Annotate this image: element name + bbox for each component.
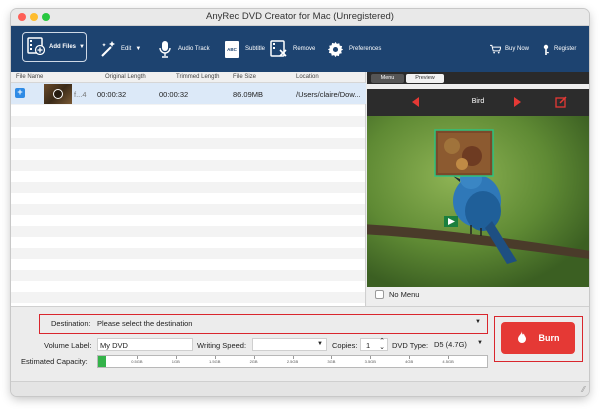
no-menu-label: No Menu (389, 290, 420, 299)
column-header-trimmed-length[interactable]: Trimmed Length (176, 74, 219, 80)
microphone-icon (158, 40, 172, 58)
edit-button[interactable]: Edit ▼ (99, 26, 141, 72)
burn-label: Burn (538, 333, 560, 343)
trimmed-length-cell: 00:00:32 (159, 90, 189, 99)
capacity-tick-label: 2.5GB (286, 359, 299, 364)
dvd-type-value: D5 (4.7G) (434, 340, 467, 349)
edit-template-icon[interactable] (555, 96, 567, 110)
video-thumbnail (44, 84, 72, 104)
magic-wand-icon (99, 40, 117, 58)
burn-button[interactable]: Burn (501, 322, 575, 354)
volume-label-label: Volume Label: (44, 341, 92, 350)
column-header-file-name[interactable]: File Name (16, 74, 43, 80)
status-bar: ⁄⁄ (11, 381, 589, 396)
capacity-tick-label: 3.5GB (364, 359, 376, 364)
cart-icon (490, 44, 501, 54)
estimated-capacity-label: Estimated Capacity: (21, 357, 88, 366)
dvd-type-label: DVD Type: (392, 341, 429, 350)
location-cell: /Users/claire/Dow... (296, 90, 361, 99)
register-button[interactable]: Register (542, 26, 576, 72)
preview-tabs: Menu Preview (367, 72, 589, 84)
chevron-down-icon: ▼ (317, 341, 323, 347)
film-remove-icon (270, 40, 288, 58)
destination-select[interactable]: Please select the destination ▼ (95, 316, 485, 331)
play-icon[interactable] (53, 89, 63, 99)
stepper-arrows-icon[interactable]: ⌃ ⌄ (379, 338, 385, 351)
subtitle-button[interactable]: ABC Subtitle (225, 26, 265, 72)
dvd-type-select[interactable]: D5 (4.7G) ▼ (432, 338, 485, 351)
buy-now-button[interactable]: Buy Now (490, 26, 529, 72)
film-plus-icon (27, 37, 46, 57)
writing-speed-select[interactable]: ▼ (252, 338, 327, 351)
capacity-tick-label: 2GB (249, 359, 258, 364)
window-title: AnyRec DVD Creator for Mac (Unregistered… (206, 11, 394, 22)
remove-label: Remove (293, 46, 316, 52)
capacity-tick-label: 4GB (405, 359, 414, 364)
bird-background-image (367, 116, 589, 287)
no-menu-checkbox[interactable] (375, 290, 384, 299)
app-window: AnyRec DVD Creator for Mac (Unregistered… (11, 9, 589, 396)
flame-icon (517, 331, 527, 345)
capacity-tick-label: 4.5GB (442, 359, 454, 364)
destination-value: Please select the destination (97, 319, 193, 328)
copies-label: Copies: (332, 341, 358, 350)
file-size-cell: 86.09MB (233, 90, 264, 99)
preview-pane: Menu Preview Bird No Menu (367, 72, 589, 306)
volume-label-input[interactable]: My DVD (97, 338, 193, 351)
edit-label: Edit (121, 46, 132, 52)
toolbar: Add Files ▼ Edit ▼ Audio Track ABC Subti… (11, 26, 589, 72)
capacity-tick-label: 1GB (171, 359, 180, 364)
capacity-fill (98, 356, 106, 367)
chevron-down-icon: ▼ (475, 319, 481, 325)
no-menu-option[interactable]: No Menu (375, 290, 419, 299)
preferences-label: Preferences (349, 46, 382, 52)
file-list: File Name Original Length Trimmed Length… (11, 72, 366, 306)
chevron-down-icon[interactable]: ▼ (79, 44, 85, 50)
original-length-cell: 00:00:32 (97, 90, 127, 99)
capacity-tick-label: 0.5GB (131, 359, 143, 364)
next-arrow-icon[interactable] (514, 97, 521, 107)
capacity-bar: 0.5GB 1GB 1.5GB 2GB 2.5GB 3GB 3.5GB 4GB 4.5GB (97, 355, 488, 368)
audio-track-button[interactable]: Audio Track (158, 26, 210, 72)
key-icon (542, 44, 550, 55)
copies-stepper[interactable]: 1 ⌃ ⌄ (360, 338, 388, 351)
main-area: File Name Original Length Trimmed Length… (11, 72, 589, 306)
burn-settings-panel: Destination: Please select the destinati… (11, 306, 589, 381)
chevron-down-icon[interactable]: ▼ (135, 46, 141, 52)
column-header-location[interactable]: Location (296, 74, 319, 80)
volume-label-value: My DVD (100, 341, 128, 350)
capacity-tick-label: 3GB (327, 359, 336, 364)
register-label: Register (554, 46, 577, 52)
tab-preview[interactable]: Preview (406, 74, 444, 83)
add-files-label: Add Files (49, 44, 77, 50)
resize-grip-icon[interactable]: ⁄⁄ (582, 385, 585, 394)
table-rows-background (11, 83, 365, 306)
column-header-file-size[interactable]: File Size (233, 74, 256, 80)
add-files-button[interactable]: Add Files ▼ (22, 32, 87, 62)
writing-speed-label: Writing Speed: (197, 341, 247, 350)
table-row[interactable]: + f...4 00:00:32 00:00:32 86.09MB /Users… (11, 83, 366, 104)
remove-button[interactable]: Remove (270, 26, 315, 72)
preferences-button[interactable]: Preferences (327, 26, 381, 72)
capacity-tick-label: 1.5GB (209, 359, 221, 364)
subtitle-abc-icon: ABC (225, 40, 239, 58)
column-header-original-length[interactable]: Original Length (105, 74, 146, 80)
menu-template-bar: Bird (367, 89, 589, 116)
buy-now-label: Buy Now (505, 46, 530, 52)
copies-value: 1 (366, 341, 371, 350)
gear-icon (327, 41, 344, 58)
file-name-cell: f...4 (74, 90, 87, 99)
expand-plus-icon[interactable]: + (15, 88, 25, 98)
chevron-down-icon: ▼ (477, 340, 483, 346)
tab-menu[interactable]: Menu (371, 74, 404, 83)
menu-preview-image (367, 116, 589, 287)
subtitle-label: Subtitle (245, 46, 266, 52)
table-header: File Name Original Length Trimmed Length… (11, 72, 365, 83)
destination-label: Destination: (51, 319, 91, 328)
title-bar: AnyRec DVD Creator for Mac (Unregistered… (11, 9, 589, 26)
audio-track-label: Audio Track (178, 46, 210, 52)
